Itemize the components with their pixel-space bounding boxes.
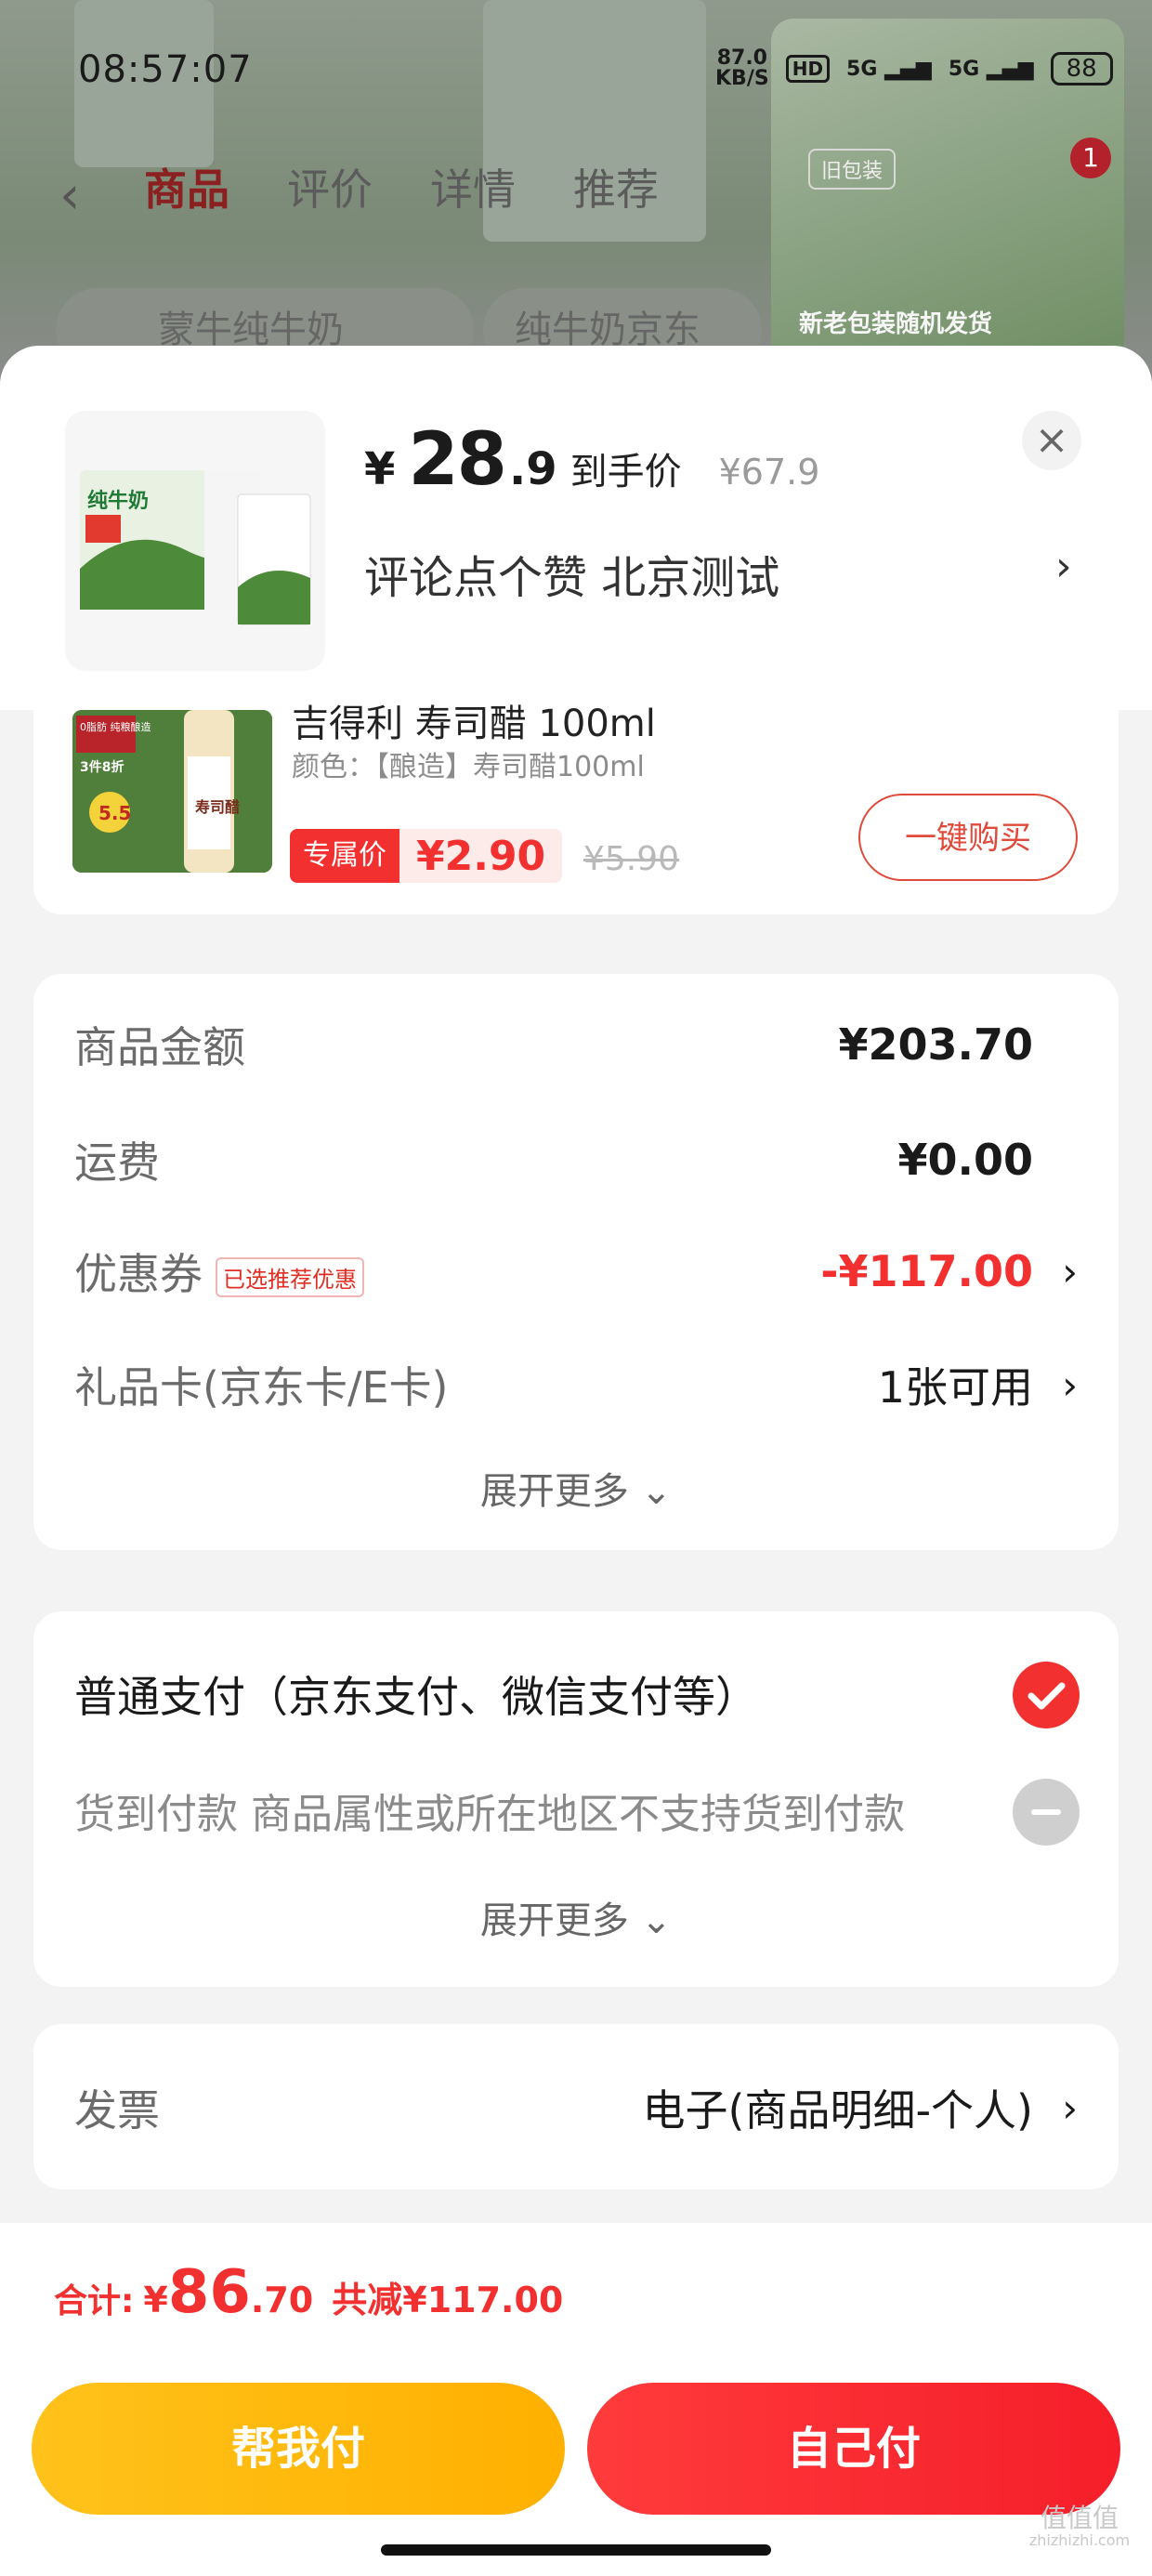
expand-more-label: 展开更多 — [479, 1470, 629, 1513]
tab-details[interactable]: 详情 — [430, 156, 516, 217]
watermark-text: 值值值 — [1040, 2503, 1119, 2533]
speed-value: 87.0 — [716, 46, 767, 70]
giftcard-value: 1张可用 — [877, 1362, 1033, 1413]
tab-goods[interactable]: 商品 — [144, 156, 229, 217]
chevron-down-icon: ⌄ — [640, 1899, 673, 1942]
expand-more-summary[interactable]: 展开更多 ⌄ — [33, 1461, 1119, 1515]
close-icon[interactable]: × — [1022, 411, 1081, 470]
normal-payment-option[interactable]: 普通支付（京东支付、微信支付等） — [74, 1663, 758, 1725]
watermark: 值值值 zhizhizhi.com — [1015, 2504, 1145, 2548]
coupon-label-group: 优惠券 已选推荐优惠 — [74, 1241, 364, 1302]
upsell-image-badge: 0脂肪 纯粮酿造 — [80, 720, 151, 733]
background-page: 旧包装 新老包装随机发货 1 08:57:07 87.0 KB/S HD 5G … — [0, 0, 1152, 390]
invoice-card[interactable]: 发票 电子(商品明细-个人) › — [33, 2024, 1119, 2189]
checkout-footer: 合计: ¥ 86 .70 共减¥117.00 帮我付 自己付 — [0, 2223, 1152, 2576]
shipping-value: ¥0.00 — [897, 1135, 1033, 1185]
upsell-card: 吉得利 寿司醋 100ml 颜色：【酿造】寿司醋100ml 0脂肪 纯粮酿造 3… — [33, 703, 1119, 914]
goods-amount-row: 商品金额 ¥203.70 — [74, 998, 1033, 1091]
invoice-label: 发票 — [74, 2085, 160, 2136]
coupon-tag: 已选推荐优惠 — [216, 1257, 364, 1297]
thumb-tag: 旧包装 — [808, 149, 897, 190]
help-me-pay-button[interactable]: 帮我付 — [32, 2383, 565, 2515]
product-image: 纯牛奶 — [65, 411, 325, 671]
check-icon[interactable] — [1013, 1662, 1080, 1728]
invoice-row: 发票 电子(商品明细-个人) › — [74, 2061, 1078, 2154]
upsell-title: 吉得利 寿司醋 100ml — [292, 703, 656, 745]
coupon-row[interactable]: 优惠券 已选推荐优惠 -¥117.00 › — [74, 1225, 1078, 1318]
coupon-label: 优惠券 — [74, 1249, 203, 1299]
price-label: 到手价 — [569, 451, 682, 493]
shipping-row: 运费 ¥0.00 — [74, 1113, 1033, 1206]
product-image-text: 纯牛奶 — [87, 489, 149, 513]
cart-count-badge: 1 — [1070, 138, 1111, 178]
goods-amount-label: 商品金额 — [74, 1022, 245, 1072]
total-integer: 86 — [167, 2258, 251, 2327]
giftcard-row[interactable]: 礼品卡(京东卡/E卡) 1张可用 › — [74, 1338, 1078, 1431]
shipping-label: 运费 — [74, 1137, 160, 1188]
original-price: ¥67.9 — [718, 452, 820, 493]
check-mark — [1028, 1682, 1066, 1710]
price-currency: ¥ — [364, 443, 396, 495]
milk-box-illustration: 纯牛奶 — [80, 470, 311, 625]
price-row: ¥ 28 .9 到手价 ¥67.9 — [364, 418, 819, 502]
exclusive-price: ¥2.90 — [416, 832, 546, 880]
upsell-spec: 颜色：【酿造】寿司醋100ml — [292, 751, 645, 783]
exclusive-price-tag: 专属价 ¥2.90 — [290, 829, 563, 883]
total-decimal: .70 — [250, 2280, 314, 2320]
total-price: 合计: ¥ 86 .70 共减¥117.00 — [54, 2258, 563, 2327]
chevron-down-icon: ⌄ — [640, 1470, 673, 1513]
exclusive-label: 专属价 — [290, 829, 399, 883]
signal-label: 5G — [846, 57, 878, 81]
upsell-image: 0脂肪 纯粮酿造 3件8折 5.5 寿司醋 — [72, 710, 272, 873]
signal-icon-2: 5G ▂▄▆ — [948, 57, 1034, 81]
order-summary-card: 商品金额 ¥203.70 运费 ¥0.00 优惠券 已选推荐优惠 -¥117.00… — [33, 974, 1119, 1550]
signal-icon: 5G ▂▄▆ — [846, 57, 932, 81]
chevron-right-icon: › — [1062, 1248, 1078, 1295]
upsell-old-price: ¥5.90 — [583, 840, 680, 878]
upsell-image-price: 5.5 — [98, 802, 131, 824]
cod-payment-option: 货到付款 商品属性或所在地区不支持货到付款 — [74, 1791, 905, 1838]
upsell-image-promo: 3件8折 — [80, 759, 124, 775]
vinegar-illustration: 0脂肪 纯粮酿造 3件8折 5.5 寿司醋 — [72, 710, 272, 873]
speed-unit: KB/S — [715, 67, 769, 90]
network-speed: 87.0 KB/S — [715, 48, 769, 89]
status-icons: 87.0 KB/S HD 5G ▂▄▆ 5G ▂▄▆ 88 — [715, 48, 1113, 89]
back-icon[interactable]: ‹ — [59, 165, 80, 226]
total-saved: 共减¥117.00 — [332, 2280, 564, 2320]
coupon-value: -¥117.00 — [820, 1246, 1033, 1296]
payment-method-card: 普通支付（京东支付、微信支付等） 货到付款 商品属性或所在地区不支持货到付款 展… — [33, 1611, 1119, 1987]
expand-more-payment[interactable]: 展开更多 ⌄ — [33, 1890, 1119, 1944]
thumb-note: 新老包装随机发货 — [799, 310, 993, 338]
status-time: 08:57:07 — [78, 48, 253, 91]
price-decimal: .9 — [508, 443, 557, 495]
watermark-url: zhizhizhi.com — [1028, 2531, 1131, 2549]
home-indicator[interactable] — [381, 2544, 771, 2556]
battery-icon: 88 — [1050, 52, 1113, 85]
tab-recommend[interactable]: 推荐 — [573, 156, 659, 217]
chevron-right-icon: › — [1062, 1361, 1078, 1408]
hd-icon: HD — [785, 55, 831, 83]
chevron-right-icon: › — [1062, 2084, 1078, 2131]
upsell-image-text: 寿司醋 — [195, 798, 240, 816]
giftcard-label: 礼品卡(京东卡/E卡) — [74, 1362, 449, 1413]
invoice-value: 电子(商品明细-个人) — [642, 2085, 1034, 2136]
goods-amount-value: ¥203.70 — [838, 1019, 1033, 1070]
disabled-minus-icon — [1013, 1779, 1080, 1846]
sheet-header: 纯牛奶 ¥ 28 .9 到手价 ¥67.9 × 评论点个赞 北京测试 › — [0, 346, 1152, 710]
tab-reviews[interactable]: 评价 — [287, 156, 373, 217]
product-subtitle[interactable]: 评论点个赞 北京测试 — [364, 541, 779, 606]
total-label: 合计: — [54, 2282, 135, 2320]
signal-label-2: 5G — [948, 57, 980, 81]
pay-myself-button[interactable]: 自己付 — [587, 2383, 1120, 2515]
price-integer: 28 — [408, 418, 507, 502]
one-click-buy-button[interactable]: 一键购买 — [858, 794, 1078, 881]
total-currency: ¥ — [143, 2280, 168, 2320]
expand-more-label: 展开更多 — [479, 1899, 629, 1942]
background-tabs: 商品 评价 详情 推荐 — [144, 156, 659, 217]
chevron-right-icon[interactable]: › — [1055, 543, 1072, 590]
